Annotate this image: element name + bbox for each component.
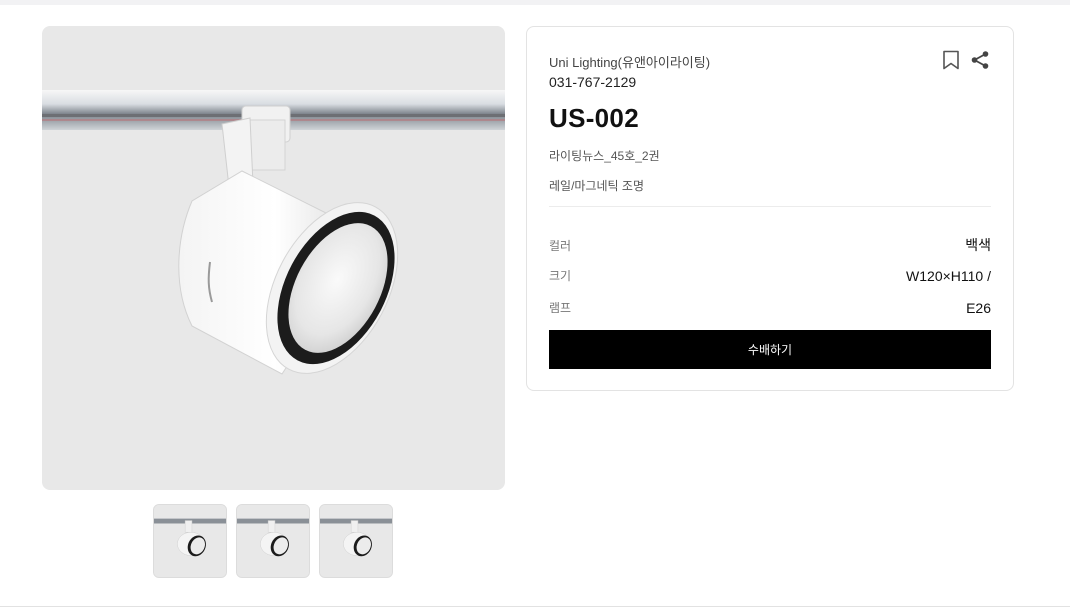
spec-label: 컬러 (549, 238, 572, 253)
order-button[interactable]: 수배하기 (549, 330, 991, 369)
thumbnail-image (154, 505, 226, 577)
bookmark-button[interactable] (940, 49, 962, 71)
product-category: 레일/마그네틱 조명 (549, 179, 644, 193)
bottom-divider (0, 606, 1070, 607)
brand-phone: 031-767-2129 (549, 74, 637, 90)
bookmark-icon (943, 50, 959, 70)
main-product-image (42, 26, 505, 490)
share-button[interactable] (969, 49, 991, 71)
spec-row-color: 컬러 백색 (549, 235, 991, 255)
spec-row-size: 크기 W120×H110 / (549, 267, 991, 284)
spec-value: E26 (966, 299, 991, 316)
thumbnail-image (237, 505, 309, 577)
share-icon (971, 51, 989, 69)
spec-label: 램프 (549, 301, 572, 315)
magazine-issue: 라이팅뉴스_45호_2권 (549, 149, 660, 163)
divider (549, 206, 991, 207)
spec-value: 백색 (965, 237, 991, 253)
spec-row-lamp: 램프 E26 (549, 299, 991, 316)
track-light-illustration (42, 90, 505, 375)
thumbnail-gallery (153, 504, 393, 578)
product-title: US-002 (549, 103, 639, 133)
thumbnail-1[interactable] (153, 504, 227, 578)
spec-value: W120×H110 / (906, 267, 991, 284)
product-info-card: Uni Lighting(유앤아이라이팅) 031-767-2129 US-00… (526, 26, 1014, 391)
top-bar (0, 0, 1070, 5)
thumbnail-3[interactable] (319, 504, 393, 578)
spec-label: 크기 (549, 269, 572, 283)
brand-name: Uni Lighting(유앤아이라이팅) (549, 55, 711, 70)
thumbnail-2[interactable] (236, 504, 310, 578)
thumbnail-image (320, 505, 392, 577)
